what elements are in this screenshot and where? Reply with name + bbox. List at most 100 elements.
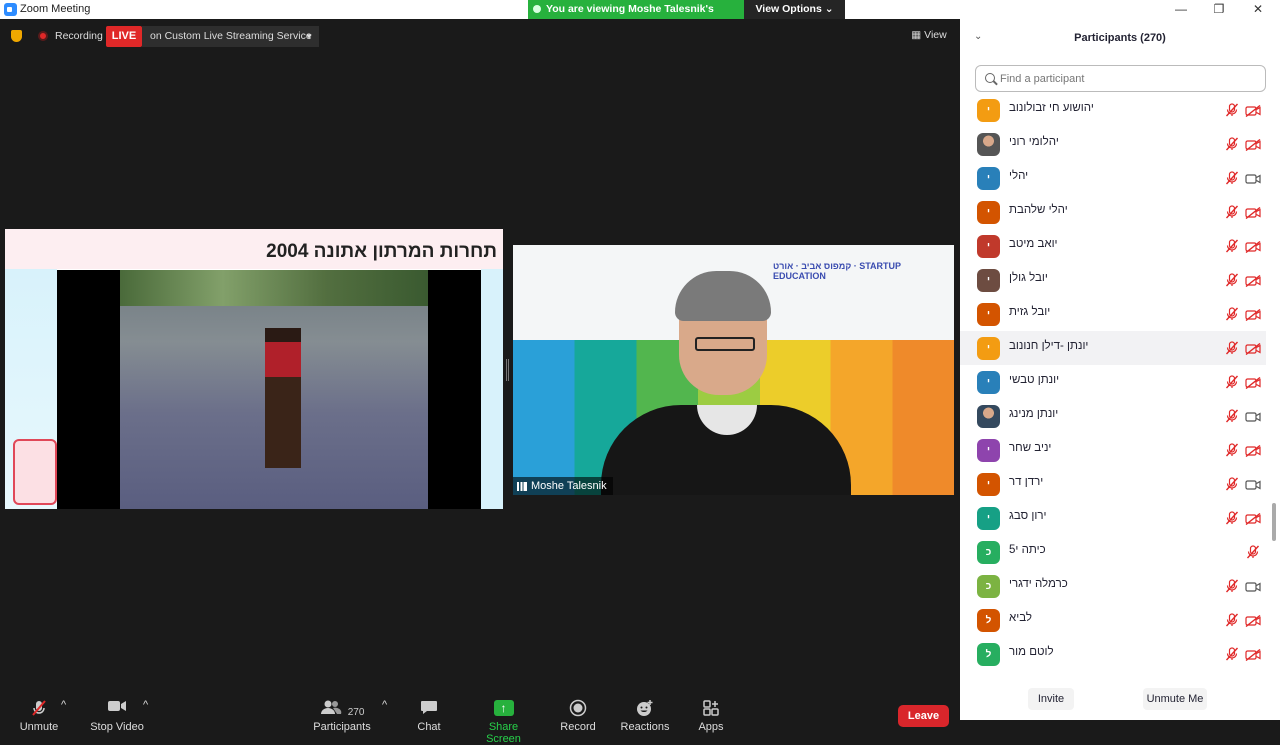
participant-avatar: ל [977, 643, 1000, 666]
split-view-divider[interactable] [506, 359, 509, 381]
reactions-button[interactable]: Reactions [620, 699, 670, 733]
view-button[interactable]: ▦ View [906, 26, 952, 44]
signal-bars-icon [517, 482, 527, 491]
mic-off-icon [1225, 409, 1239, 423]
video-name-tag: Moshe Talesnik [513, 477, 613, 495]
recording-icon [38, 31, 48, 41]
video-off-icon [1245, 648, 1261, 662]
participant-row[interactable]: י ירדן דר [960, 467, 1266, 501]
participant-row[interactable]: י יואב מיטב [960, 229, 1266, 263]
mic-off-icon [1225, 511, 1239, 525]
video-trees [120, 270, 428, 306]
apps-label: Apps [698, 721, 724, 733]
video-off-icon [1245, 308, 1261, 322]
share-screen-button[interactable]: ↑ Share Screen [472, 699, 535, 745]
viewing-screen-banner: You are viewing Moshe Talesnik's screen [528, 0, 744, 34]
participants-options-caret[interactable]: ^ [382, 699, 387, 711]
participant-avatar [977, 133, 1000, 156]
video-off-icon [1245, 512, 1261, 526]
stop-video-button[interactable]: Stop Video [88, 699, 146, 733]
participant-name: ירון סבג [1009, 510, 1047, 522]
shared-screen: תחרות המרתון אתונה 2004 [5, 229, 503, 509]
view-label: View [924, 29, 947, 41]
video-camera-icon [1245, 172, 1261, 184]
participant-name: יובל גולן [1009, 272, 1048, 284]
mic-off-icon [1225, 307, 1239, 321]
participant-row[interactable]: יונתן מנינג [960, 399, 1266, 433]
shield-icon[interactable] [11, 30, 22, 42]
reactions-label: Reactions [620, 721, 670, 733]
participant-row[interactable]: י יונתן -דילן חנונוב [960, 331, 1266, 365]
mic-off-icon [1225, 273, 1239, 287]
participant-row[interactable]: י יונתן טבשי [960, 365, 1266, 399]
share-screen-icon: ↑ [493, 700, 514, 716]
maximize-button[interactable]: ❐ [1204, 1, 1234, 18]
record-icon [558, 699, 598, 717]
apps-icon [696, 699, 726, 717]
marathon-video [57, 270, 481, 509]
record-label: Record [560, 721, 596, 733]
invite-button[interactable]: Invite [1028, 688, 1074, 710]
unmute-button[interactable]: Unmute [18, 699, 60, 733]
mic-off-icon [1225, 647, 1239, 661]
video-camera-icon [88, 699, 146, 717]
participants-list: י יהושוע חי זבולונוב יהלומי רוני י יהלי י יהלי… [960, 93, 1266, 679]
unmute-me-button[interactable]: Unmute Me [1143, 688, 1207, 710]
reactions-icon [620, 699, 670, 717]
window-title: Zoom Meeting [20, 3, 91, 15]
minimize-button[interactable]: — [1166, 1, 1196, 18]
participant-avatar: כ [977, 575, 1000, 598]
audio-options-caret[interactable]: ^ [61, 699, 66, 711]
participant-name: יהלי [1009, 170, 1029, 182]
participant-search-input[interactable] [1000, 70, 1250, 88]
participant-avatar: ל [977, 609, 1000, 632]
mic-off-icon [1225, 613, 1239, 627]
mic-off-icon [1225, 477, 1239, 491]
participant-row[interactable]: י יהלי שלהבת [960, 195, 1266, 229]
participant-row[interactable]: י יהושוע חי זבולונוב [960, 93, 1266, 127]
participant-avatar: י [977, 507, 1000, 530]
video-off-icon [1245, 614, 1261, 628]
video-off-icon [1245, 206, 1261, 220]
participants-icon: 270 [312, 699, 372, 718]
participant-search[interactable] [975, 65, 1266, 92]
participant-row[interactable]: יהלומי רוני [960, 127, 1266, 161]
participant-row[interactable]: י יובל גולן [960, 263, 1266, 297]
search-icon [985, 73, 995, 83]
participants-scrollbar[interactable] [1272, 503, 1276, 541]
zoom-logo-icon [4, 3, 17, 16]
apps-button[interactable]: Apps [696, 699, 726, 733]
participants-count: 270 [347, 707, 365, 718]
participant-row[interactable]: ל לוטם מור [960, 637, 1266, 671]
leave-button[interactable]: Leave [898, 705, 949, 727]
participant-avatar [977, 405, 1000, 428]
video-off-icon [1245, 376, 1261, 390]
video-off-icon [1245, 274, 1261, 288]
participant-row[interactable]: י יניב שחר [960, 433, 1266, 467]
participant-avatar: י [977, 269, 1000, 292]
participant-row[interactable]: ל לביא [960, 603, 1266, 637]
mic-off-icon [1225, 375, 1239, 389]
video-camera-icon [1245, 580, 1261, 592]
slide-title: תחרות המרתון אתונה 2004 [266, 241, 497, 262]
record-button[interactable]: Record [558, 699, 598, 733]
close-button[interactable]: ✕ [1243, 1, 1273, 18]
participant-name: כרמלה ידגרי [1009, 578, 1068, 590]
participants-panel: ⌄ Participants (270) ייהושוע חי זבולונוב… [960, 19, 1280, 720]
video-off-icon [1245, 444, 1261, 458]
participants-button[interactable]: 270 Participants [312, 699, 372, 733]
participant-row[interactable]: י ירון סבג [960, 501, 1266, 535]
participant-video [601, 271, 851, 495]
chat-button[interactable]: Chat [414, 699, 444, 733]
participant-row[interactable]: י יהלי [960, 161, 1266, 195]
slide-right-decoration [481, 269, 503, 509]
participant-row[interactable]: י יובל גזית [960, 297, 1266, 331]
participant-row[interactable]: כ כיתה י5 [960, 535, 1266, 569]
live-stream-dropdown[interactable]: on Custom Live Streaming Service ▼ [142, 26, 319, 47]
chat-label: Chat [417, 721, 441, 733]
participant-row[interactable]: כ כרמלה ידגרי [960, 569, 1266, 603]
participant-name: יהלי שלהבת [1009, 204, 1068, 216]
participant-name: כיתה י5 [1009, 544, 1046, 556]
video-options-caret[interactable]: ^ [143, 699, 148, 711]
view-options-button[interactable]: View Options ⌄ [744, 0, 845, 19]
